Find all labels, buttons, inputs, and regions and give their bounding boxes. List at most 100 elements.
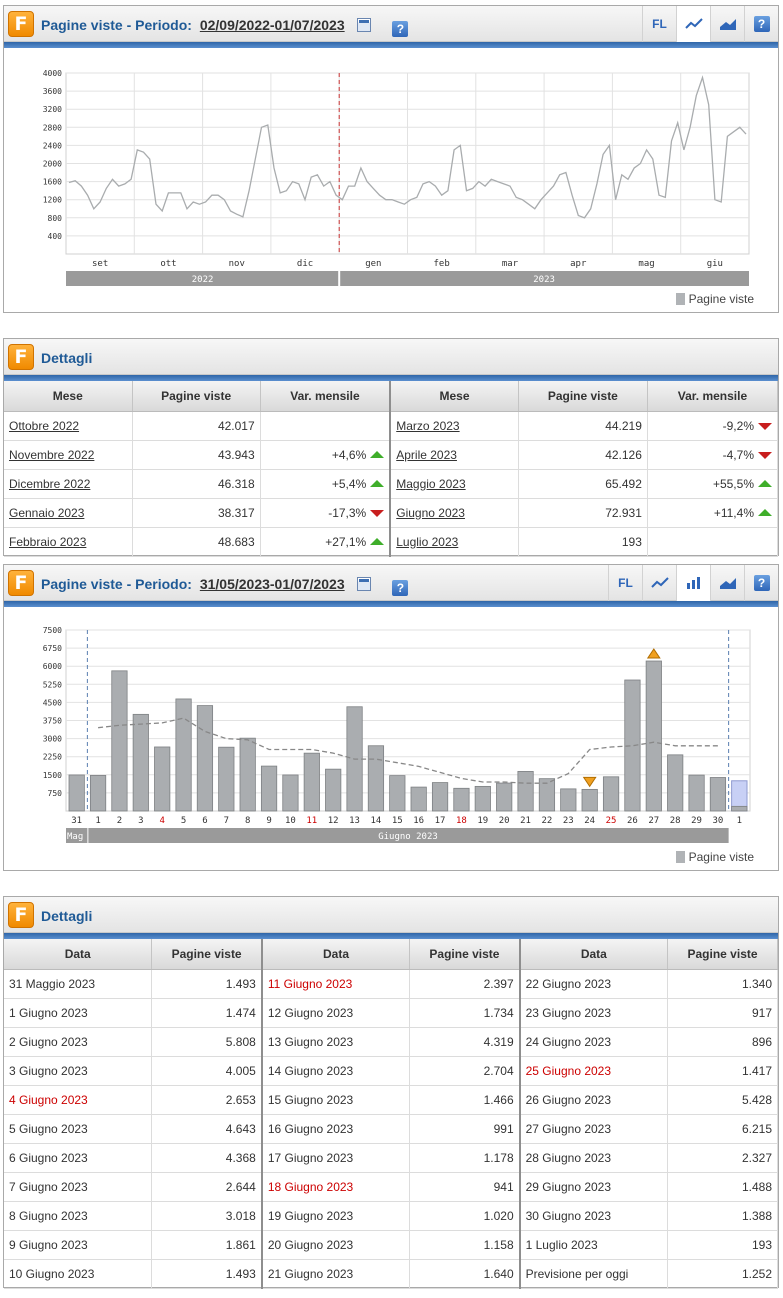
trend-down-icon (370, 509, 385, 517)
bar (709, 777, 727, 812)
month-link[interactable]: Ottobre 2022 (9, 419, 79, 433)
x-tick-label: 1 (737, 816, 742, 826)
column-header: Pagine viste (151, 939, 263, 970)
month-cell: Ottobre 2022 (4, 411, 133, 441)
column-header: Var. mensile (647, 381, 779, 412)
fl-button[interactable]: FL (608, 565, 642, 601)
area-chart-glyph (719, 578, 736, 589)
bar (389, 775, 406, 812)
variation-value: +11,4% (713, 505, 754, 520)
pageviews-cell: 941 (409, 1172, 521, 1202)
column-header: Mese (4, 381, 133, 412)
calendar-icon[interactable] (356, 577, 371, 591)
date-cell: 21 Giugno 2023 (261, 1259, 411, 1289)
fl-button[interactable]: FL (642, 6, 676, 42)
column-header: Pagine viste (409, 939, 521, 970)
x-tick-label: 9 (266, 816, 271, 826)
pageviews-cell: 4.319 (409, 1027, 521, 1057)
variation-cell: +5,4% (260, 469, 392, 499)
date-cell: 22 Giugno 2023 (519, 969, 669, 999)
pageviews-cell: 1.493 (151, 1259, 263, 1289)
pageviews-cell: 6.215 (667, 1114, 778, 1144)
bar (111, 670, 128, 812)
app-logo-icon: F (8, 11, 34, 37)
x-tick-label: nov (229, 259, 245, 269)
bar (68, 774, 85, 812)
monthly-table: Mese Pagine viste Var. mensile Mese Pagine v… (4, 381, 779, 557)
pageviews-cell: 1.488 (667, 1172, 778, 1202)
bar (132, 713, 149, 812)
y-tick-label: 3600 (43, 87, 62, 96)
period-link[interactable]: 31/05/2023-01/07/2023 (200, 576, 345, 592)
table-row: 3 Giugno 2023 4.005 14 Giugno 2023 2.704 25 … (4, 1056, 778, 1086)
date-cell: 6 Giugno 2023 (4, 1143, 153, 1173)
x-tick-label: 30 (713, 816, 724, 826)
month-link[interactable]: Dicembre 2022 (9, 477, 90, 491)
trend-up-icon (758, 508, 772, 516)
y-tick-label: 800 (48, 214, 63, 223)
trend-up-icon (370, 450, 385, 458)
help-icon[interactable]: ? (392, 21, 409, 37)
help-icon[interactable]: ? (392, 580, 409, 596)
month-link[interactable]: Gennaio 2023 (9, 506, 84, 520)
daily-table: Data Pagine viste Data Pagine viste Data Pagi… (4, 939, 778, 1289)
pageviews-cell: 42.017 (132, 411, 261, 441)
period-link[interactable]: 02/09/2022-01/07/2023 (200, 17, 345, 33)
column-header: Data (261, 939, 411, 970)
column-header: Pagine viste (667, 939, 778, 970)
line-chart-icon[interactable] (642, 565, 676, 601)
month-cell: Dicembre 2022 (4, 469, 133, 499)
app-logo-icon: F (8, 902, 34, 928)
month-label: Mag (67, 832, 83, 842)
bar (410, 786, 427, 812)
bar (581, 788, 598, 812)
x-tick-label: 15 (392, 816, 403, 826)
date-cell: 7 Giugno 2023 (4, 1172, 153, 1202)
legend-label: Pagine viste (688, 292, 754, 306)
table-row: 6 Giugno 2023 4.368 17 Giugno 2023 1.178 28 … (4, 1143, 778, 1173)
variation-cell: -17,3% (260, 498, 392, 528)
x-tick-label: 29 (691, 816, 702, 826)
bar (154, 746, 171, 812)
y-tick-label: 1200 (43, 196, 62, 205)
help-glyph: ? (753, 575, 770, 591)
y-tick-label: 3200 (43, 105, 62, 114)
month-link[interactable]: Aprile 2023 (396, 448, 457, 462)
date-cell: 16 Giugno 2023 (261, 1114, 411, 1144)
month-link[interactable]: Febbraio 2023 (9, 535, 86, 549)
month-link[interactable]: Novembre 2022 (9, 448, 94, 462)
pageviews-cell: 1.474 (151, 998, 263, 1028)
pageviews-cell: 3.018 (151, 1201, 263, 1231)
bar-chart-icon[interactable] (676, 565, 710, 601)
trend-down-icon (758, 422, 772, 430)
month-link[interactable]: Luglio 2023 (396, 535, 458, 549)
calendar-icon[interactable] (356, 18, 371, 32)
month-link[interactable]: Giugno 2023 (396, 506, 465, 520)
trend-down-icon (758, 451, 772, 459)
month-cell: Luglio 2023 (390, 527, 519, 557)
month-cell: Aprile 2023 (390, 440, 519, 470)
x-tick-label: apr (570, 259, 587, 269)
year-label: 2022 (192, 275, 214, 285)
month-link[interactable]: Marzo 2023 (396, 419, 459, 433)
header-band (4, 601, 778, 607)
month-cell: Marzo 2023 (390, 411, 519, 441)
pageviews-cell: 38.317 (132, 498, 261, 528)
y-tick-label: 5250 (43, 680, 62, 689)
month-link[interactable]: Maggio 2023 (396, 477, 465, 491)
toolbar-help-icon[interactable]: ? (744, 565, 778, 601)
date-cell: 31 Maggio 2023 (4, 969, 153, 999)
y-tick-label: 7500 (43, 626, 62, 635)
bar (325, 768, 342, 812)
toolbar-help-icon[interactable]: ? (744, 6, 778, 42)
column-header: Var. mensile (260, 381, 392, 412)
area-chart-icon[interactable] (710, 565, 744, 601)
legend-swatch (675, 293, 685, 305)
line-chart-icon[interactable] (676, 6, 710, 42)
variation-value: -17,3% (328, 505, 367, 520)
month-cell: Novembre 2022 (4, 440, 133, 470)
bar (474, 785, 491, 812)
table-row: Febbraio 2023 48.683 +27,1% Luglio 2023 193 (4, 527, 779, 557)
x-tick-label: feb (434, 259, 450, 269)
area-chart-icon[interactable] (710, 6, 744, 42)
